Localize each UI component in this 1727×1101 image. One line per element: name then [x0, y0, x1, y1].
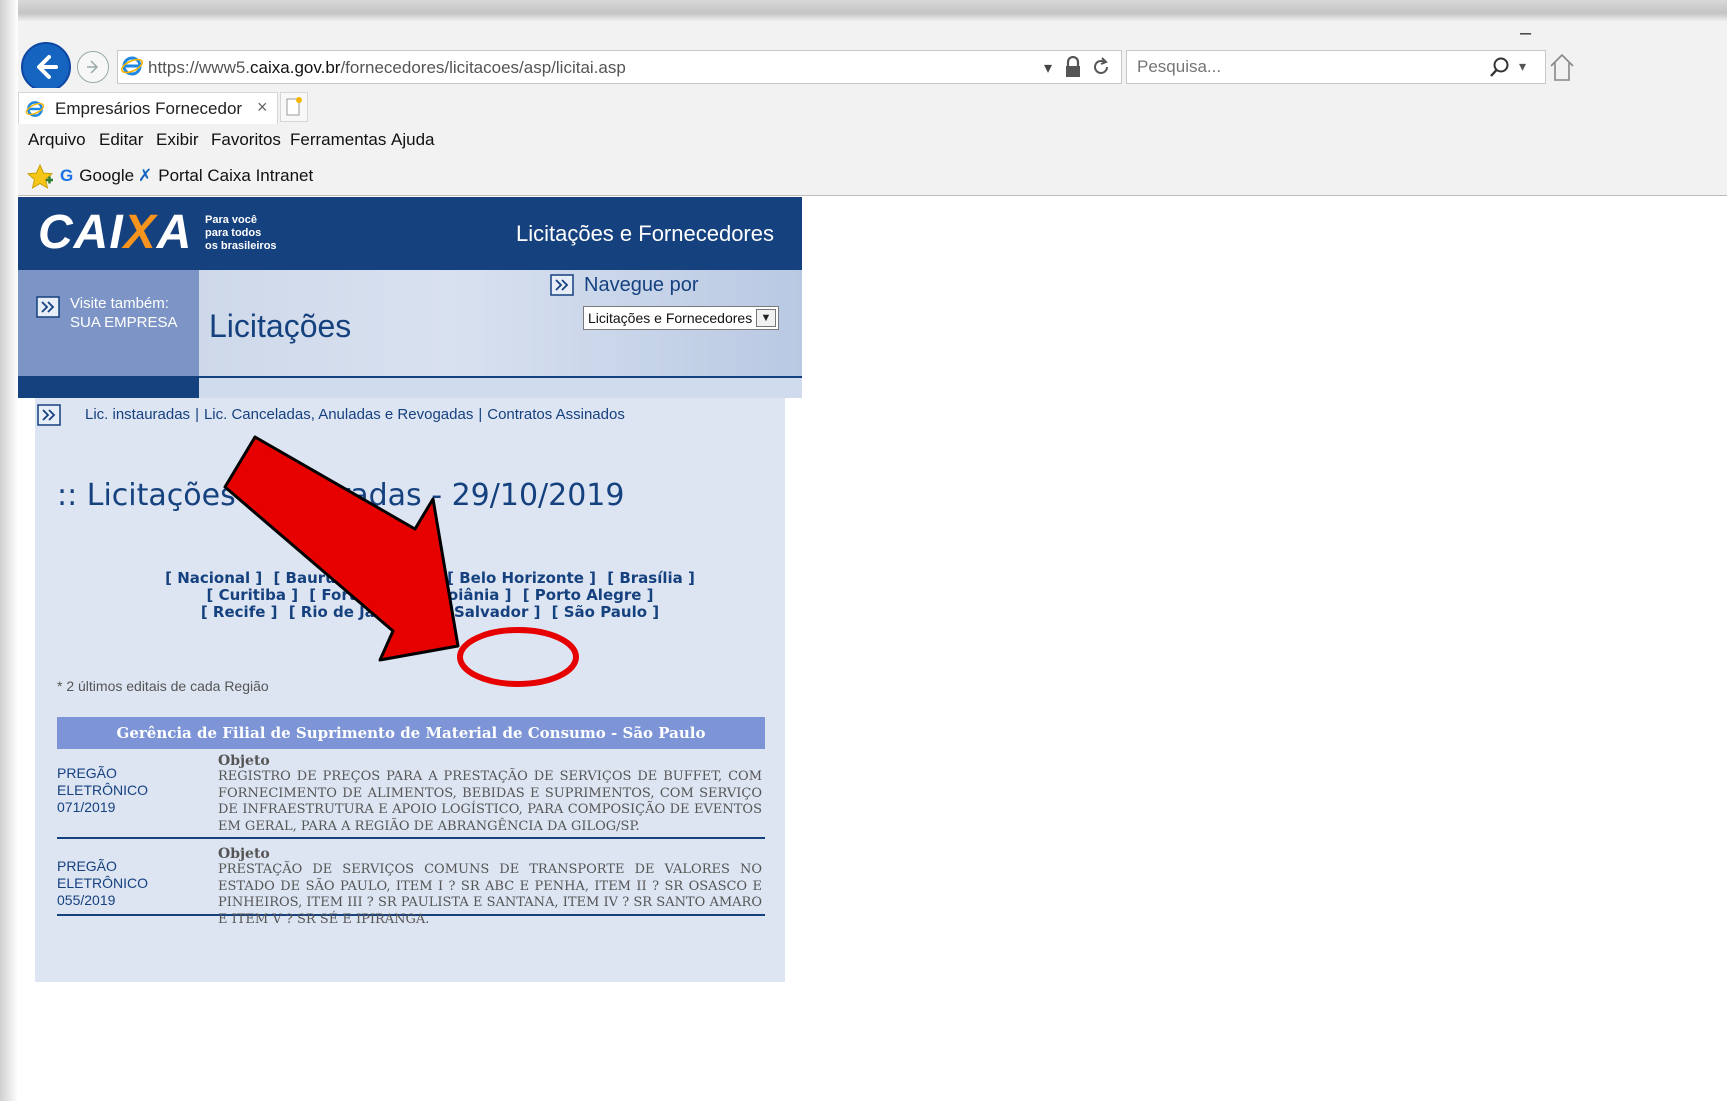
forward-button[interactable]: [77, 51, 109, 83]
forward-arrow-icon: [87, 60, 99, 74]
google-icon: G: [60, 166, 74, 185]
new-tab-button[interactable]: [280, 92, 308, 122]
minimize-icon[interactable]: –: [1520, 22, 1531, 45]
region-belo-horizonte[interactable]: [ Belo Horizonte ]: [447, 569, 596, 587]
web-page: CAIXA Para você para todos os brasileiro…: [18, 197, 1727, 1101]
navegue-select-value: Licitações e Fornecedores: [588, 310, 753, 326]
tab-empresarios-fornecedor[interactable]: Empresários Fornecedor ×: [18, 92, 278, 124]
menu-editar[interactable]: Editar: [99, 130, 143, 150]
favorite-google[interactable]: G Google: [60, 166, 134, 186]
objeto-label: Objeto: [218, 846, 270, 862]
subnav-lic-instauradas[interactable]: Lic. instauradas: [85, 406, 190, 423]
caixa-tagline: Para você para todos os brasileiros: [205, 214, 277, 252]
url-text: https://www5.caixa.gov.br/fornecedores/l…: [148, 58, 626, 77]
objeto-text: REGISTRO DE PREÇOS PARA A PRESTAÇÃO DE S…: [218, 769, 762, 834]
subnav-contratos-assinados[interactable]: Contratos Assinados: [487, 406, 625, 423]
refresh-icon[interactable]: [1090, 56, 1112, 78]
navegue-label: Navegue por: [584, 274, 699, 296]
table-header-text: Gerência de Filial de Suprimento de Mate…: [116, 724, 706, 742]
search-dropdown-icon[interactable]: ▾: [1519, 58, 1526, 75]
url-field[interactable]: https://www5.caixa.gov.br/fornecedores/l…: [117, 50, 1122, 84]
new-tab-icon: [286, 97, 302, 116]
screenshot-frame-top: [0, 0, 1727, 22]
region-fortaleza[interactable]: [ Fortaleza ]: [309, 586, 412, 604]
region-brasilia[interactable]: [ Brasília ]: [607, 569, 695, 587]
menu-arquivo[interactable]: Arquivo: [28, 130, 86, 150]
screenshot-frame-left: [0, 0, 18, 1101]
region-sao-paulo[interactable]: [ São Paulo ]: [552, 603, 659, 621]
region-curitiba[interactable]: [ Curitiba ]: [207, 586, 299, 604]
visite-panel[interactable]: Visite também: SUA EMPRESA: [18, 270, 199, 376]
caixa-x-icon: ✗: [138, 166, 153, 185]
browser-window: – https://www5.caixa.gov.br/fornecedores…: [18, 22, 1727, 1101]
back-button[interactable]: [21, 42, 71, 92]
region-porto-alegre[interactable]: [ Porto Alegre ]: [523, 586, 654, 604]
table-header: Gerência de Filial de Suprimento de Mate…: [57, 717, 765, 749]
site-header: CAIXA Para você para todos os brasileiro…: [18, 197, 802, 270]
double-chevron-icon: [37, 404, 61, 426]
tab-bar: Empresários Fornecedor ×: [18, 88, 1727, 124]
search-input[interactable]: [1127, 51, 1477, 83]
banner-strip: [18, 376, 802, 398]
region-bauru[interactable]: [ Bauru ]: [273, 569, 347, 587]
pregao-link[interactable]: PREGÃO ELETRÔNICO 055/2019: [57, 858, 207, 909]
page-title: :: Licitações Instauradas - 29/10/2019: [57, 478, 625, 513]
search-box: ▾: [1126, 50, 1546, 84]
double-chevron-icon: [550, 274, 574, 296]
favorites-bar: G Google ✗ Portal Caixa Intranet: [18, 158, 1727, 196]
ie-page-icon: [121, 56, 143, 76]
main-content: Lic. instauradas | Lic. Canceladas, Anulad…: [35, 398, 785, 982]
search-icon[interactable]: [1489, 56, 1511, 78]
tab-title: Empresários Fornecedor: [55, 99, 243, 118]
favorites-star-icon[interactable]: [26, 163, 54, 191]
menu-favoritos[interactable]: Favoritos: [211, 130, 281, 150]
lock-icon[interactable]: [1064, 56, 1082, 78]
menu-bar: Arquivo Editar Exibir Favoritos Ferramen…: [18, 124, 1727, 158]
licitacoes-banner: Visite também: SUA EMPRESA Licitações Na…: [18, 270, 802, 376]
navegue-select[interactable]: Licitações e Fornecedores ▼: [583, 306, 779, 330]
region-links: [ Nacional ] [ Bauru ] [ Belém ] [ Belo …: [135, 570, 725, 621]
banner-strip-dark: [18, 376, 199, 398]
banner-title: Licitações: [209, 308, 352, 344]
region-goiania[interactable]: [ Goiânia ]: [424, 586, 512, 604]
menu-ajuda[interactable]: Ajuda: [391, 130, 434, 150]
region-note: * 2 últimos editais de cada Região: [57, 678, 269, 694]
subnav-lic-canceladas[interactable]: Lic. Canceladas, Anuladas e Revogadas: [204, 406, 473, 423]
caixa-logo[interactable]: CAIXA: [38, 205, 192, 260]
objeto-text: PRESTAÇÃO DE SERVIÇOS COMUNS DE TRANSPOR…: [218, 862, 762, 927]
region-rio-de-janeiro[interactable]: [ Rio de Janeiro ]: [289, 603, 431, 621]
objeto-label: Objeto: [218, 753, 270, 769]
region-nacional[interactable]: [ Nacional ]: [165, 569, 262, 587]
banner-strip-line: [199, 376, 802, 378]
address-bar-row: – https://www5.caixa.gov.br/fornecedores…: [18, 22, 1727, 92]
table-row: PREGÃO ELETRÔNICO 071/2019 Objeto REGIST…: [57, 753, 765, 839]
menu-exibir[interactable]: Exibir: [156, 130, 199, 150]
menu-ferramentas[interactable]: Ferramentas: [290, 130, 386, 150]
table-row: PREGÃO ELETRÔNICO 055/2019 Objeto PRESTA…: [57, 846, 765, 927]
pregao-link[interactable]: PREGÃO ELETRÔNICO 071/2019: [57, 765, 207, 816]
favorite-portal-caixa[interactable]: ✗ Portal Caixa Intranet: [138, 166, 313, 186]
region-salvador[interactable]: [ Salvador ]: [442, 603, 541, 621]
chevron-down-icon: ▼: [756, 309, 776, 327]
back-arrow-icon: [37, 55, 58, 79]
subnav: Lic. instauradas | Lic. Canceladas, Anulad…: [85, 406, 625, 423]
region-recife[interactable]: [ Recife ]: [201, 603, 278, 621]
close-icon[interactable]: ×: [257, 97, 268, 118]
url-dropdown-icon[interactable]: ▾: [1044, 58, 1052, 78]
double-chevron-icon: [36, 296, 60, 318]
section-title: Licitações e Fornecedores: [515, 221, 774, 246]
ie-tab-icon: [25, 101, 45, 117]
visite-text: Visite também: SUA EMPRESA: [70, 295, 178, 331]
region-belem[interactable]: [ Belém ]: [359, 569, 436, 587]
home-icon[interactable]: [1548, 52, 1576, 82]
